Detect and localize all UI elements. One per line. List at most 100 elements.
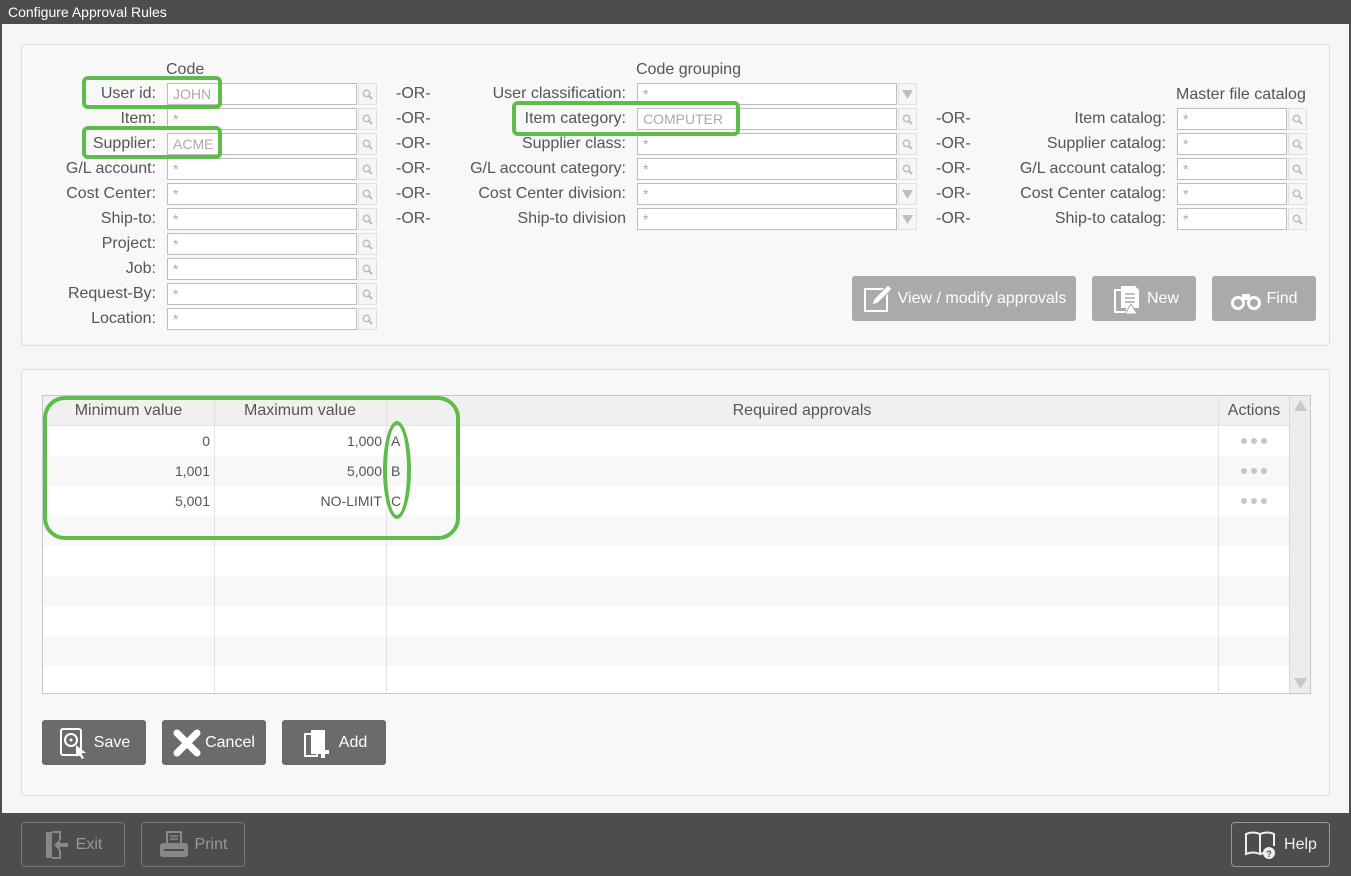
g-l-account-catalog-input[interactable] <box>1177 158 1287 180</box>
item-category-label: Item category: <box>524 110 626 127</box>
cost-center-catalog-lookup-button[interactable] <box>1288 183 1307 205</box>
supplier-class-label: Supplier class: <box>521 135 626 152</box>
ship-to-input[interactable] <box>167 208 357 230</box>
item-category-input[interactable] <box>637 108 897 130</box>
table-row[interactable]: 0 1,000 A <box>43 426 1290 456</box>
supplier-input[interactable] <box>167 133 357 155</box>
more-options-icon[interactable] <box>1218 486 1290 516</box>
g-l-account-category-label: G/L account category: <box>470 160 626 177</box>
ship-to-catalog-lookup-button[interactable] <box>1288 208 1307 230</box>
supplier-catalog-lookup-button[interactable] <box>1288 133 1307 155</box>
svg-text:?: ? <box>1266 849 1272 859</box>
table-row[interactable]: 1,001 5,000 B <box>43 456 1290 486</box>
ship-to-division-input[interactable] <box>637 208 897 230</box>
cost-center-division-dropdown-button[interactable] <box>898 183 917 205</box>
view-modify-approvals-button[interactable]: View / modify approvals <box>852 276 1076 321</box>
cost-center-division-input[interactable] <box>637 183 897 205</box>
exit-door-icon <box>45 830 68 859</box>
column-divider <box>386 396 387 693</box>
item-lookup-button[interactable] <box>358 108 377 130</box>
table-row <box>43 666 1290 696</box>
supplier-lookup-button[interactable] <box>358 133 377 155</box>
item-catalog-input[interactable] <box>1177 108 1287 130</box>
request-by-input[interactable] <box>167 283 357 305</box>
cancel-x-icon <box>173 729 201 756</box>
job-lookup-button[interactable] <box>358 258 377 280</box>
more-options-icon[interactable] <box>1218 456 1290 486</box>
cost-center-input[interactable] <box>167 183 357 205</box>
user-id-lookup-button[interactable] <box>358 83 377 105</box>
search-icon <box>362 214 373 225</box>
cancel-button[interactable]: Cancel <box>162 720 266 765</box>
row-actions-menu[interactable] <box>1218 426 1290 456</box>
user-id-input[interactable] <box>167 83 357 105</box>
location-input[interactable] <box>167 308 357 330</box>
print-button[interactable]: Print <box>141 822 245 867</box>
search-icon <box>362 114 373 125</box>
help-button[interactable]: ? Help <box>1231 822 1330 867</box>
column-header-maximum[interactable]: Maximum value <box>214 396 386 426</box>
save-button[interactable]: Save <box>42 720 146 765</box>
search-icon <box>362 89 373 100</box>
supplier-class-input[interactable] <box>637 133 897 155</box>
project-lookup-button[interactable] <box>358 233 377 255</box>
g-l-account-lookup-button[interactable] <box>358 158 377 180</box>
more-options-icon[interactable] <box>1218 426 1290 456</box>
print-label: Print <box>194 835 228 853</box>
table-row <box>43 546 1290 576</box>
scroll-down-icon[interactable] <box>1294 678 1307 689</box>
ship-to-lookup-button[interactable] <box>358 208 377 230</box>
add-button[interactable]: Add <box>282 720 386 765</box>
ship-to-division-dropdown-button[interactable] <box>898 208 917 230</box>
table-row[interactable]: 5,001 NO-LIMIT C <box>43 486 1290 516</box>
minimum-value-cell: 5,001 <box>174 493 210 509</box>
approval-rules-table: Minimum value Maximum value Required app… <box>42 395 1311 694</box>
job-input[interactable] <box>167 258 357 280</box>
supplier-label: Supplier: <box>92 135 156 152</box>
scroll-up-icon[interactable] <box>1294 400 1307 411</box>
search-icon <box>1292 164 1303 175</box>
g-l-account-input[interactable] <box>167 158 357 180</box>
required-approvals-cell: B <box>391 463 401 479</box>
user-classification-dropdown-button[interactable] <box>898 83 917 105</box>
g-l-account-catalog-lookup-button[interactable] <box>1288 158 1307 180</box>
cost-center-lookup-button[interactable] <box>358 183 377 205</box>
request-by-lookup-button[interactable] <box>358 283 377 305</box>
new-document-icon <box>1113 285 1139 314</box>
user-classification-input[interactable] <box>637 83 897 105</box>
ship-to-catalog-input[interactable] <box>1177 208 1287 230</box>
find-button[interactable]: Find <box>1212 276 1316 321</box>
or-separator: -OR- <box>936 210 971 227</box>
supplier-catalog-input[interactable] <box>1177 133 1287 155</box>
g-l-account-category-lookup-button[interactable] <box>898 158 917 180</box>
maximum-value-cell: NO-LIMIT <box>320 493 382 509</box>
ship-to-label: Ship-to: <box>100 210 156 227</box>
exit-button[interactable]: Exit <box>21 822 125 867</box>
item-catalog-lookup-button[interactable] <box>1288 108 1307 130</box>
or-separator: -OR- <box>936 110 971 127</box>
column-header-minimum[interactable]: Minimum value <box>43 396 214 426</box>
column-header-actions[interactable]: Actions <box>1218 396 1290 426</box>
table-scrollbar[interactable] <box>1289 396 1310 693</box>
code-grouping-header: Code grouping <box>636 61 741 78</box>
find-label: Find <box>1266 289 1298 307</box>
g-l-account-category-input[interactable] <box>637 158 897 180</box>
add-label: Add <box>338 733 368 751</box>
location-lookup-button[interactable] <box>358 308 377 330</box>
search-icon <box>902 164 913 175</box>
item-category-lookup-button[interactable] <box>898 108 917 130</box>
column-header-required-approvals[interactable]: Required approvals <box>386 396 1218 426</box>
row-actions-menu[interactable] <box>1218 486 1290 516</box>
table-row <box>43 606 1290 636</box>
user-id-label: User id: <box>100 85 156 102</box>
project-input[interactable] <box>167 233 357 255</box>
location-label: Location: <box>91 310 156 327</box>
window-title: Configure Approval Rules <box>0 0 1351 24</box>
cost-center-catalog-input[interactable] <box>1177 183 1287 205</box>
search-icon <box>362 139 373 150</box>
ship-to-division-label: Ship-to division <box>517 210 627 227</box>
supplier-class-lookup-button[interactable] <box>898 133 917 155</box>
new-button[interactable]: New <box>1092 276 1196 321</box>
row-actions-menu[interactable] <box>1218 456 1290 486</box>
item-input[interactable] <box>167 108 357 130</box>
